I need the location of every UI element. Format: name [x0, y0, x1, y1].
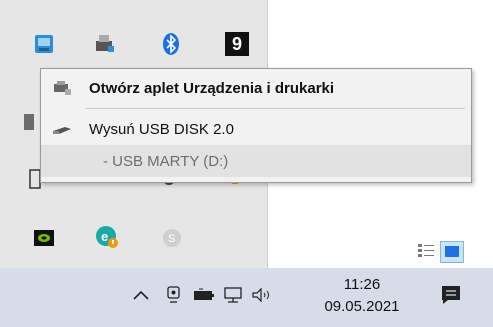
notifications-icon[interactable]: [438, 280, 464, 310]
details-view-icon[interactable]: [416, 241, 438, 261]
menu-item-label: Otwórz aplet Urządzenia i drukarki: [89, 79, 335, 97]
badge-9-label: 9: [231, 34, 242, 54]
menu-item-usb-marty: - USB MARTY (D:): [41, 145, 471, 177]
nvidia-icon[interactable]: [32, 226, 56, 250]
clock-date: 09.05.2021: [324, 298, 400, 315]
usb-drive-icon: [51, 121, 73, 137]
menu-item-label: Wysuń USB DISK 2.0: [89, 120, 234, 138]
system-clock[interactable]: 11:26 09.05.2021: [322, 274, 402, 318]
network-card-icon[interactable]: [32, 32, 56, 56]
volume-icon[interactable]: [250, 280, 274, 310]
menu-separator: [85, 108, 465, 109]
menu-item-open-devices-printers[interactable]: Otwórz aplet Urządzenia i drukarki: [41, 72, 471, 104]
chevron-up-icon[interactable]: [130, 280, 152, 310]
menu-item-eject-usb[interactable]: Wysuń USB DISK 2.0: [41, 113, 471, 145]
battery-icon[interactable]: [192, 280, 216, 310]
network-icon[interactable]: [222, 280, 244, 310]
bluetooth-icon[interactable]: [159, 32, 183, 56]
number-9-icon[interactable]: 9: [225, 32, 249, 56]
context-menu: Otwórz aplet Urządzenia i drukarki Wysuń…: [40, 68, 472, 183]
svg-text:e: e: [101, 229, 108, 244]
eset-icon[interactable]: e: [94, 224, 118, 248]
skype-icon[interactable]: S: [160, 226, 184, 250]
printer-icon[interactable]: [92, 32, 116, 56]
menu-item-label: - USB MARTY (D:): [103, 152, 229, 170]
svg-text:S: S: [168, 233, 175, 245]
devices-printers-icon: [51, 80, 73, 96]
meet-now-icon[interactable]: [164, 280, 184, 310]
taskbar: 11:26 09.05.2021: [0, 268, 493, 327]
large-icons-view-icon[interactable]: [440, 241, 464, 263]
clock-time: 11:26: [343, 276, 381, 293]
